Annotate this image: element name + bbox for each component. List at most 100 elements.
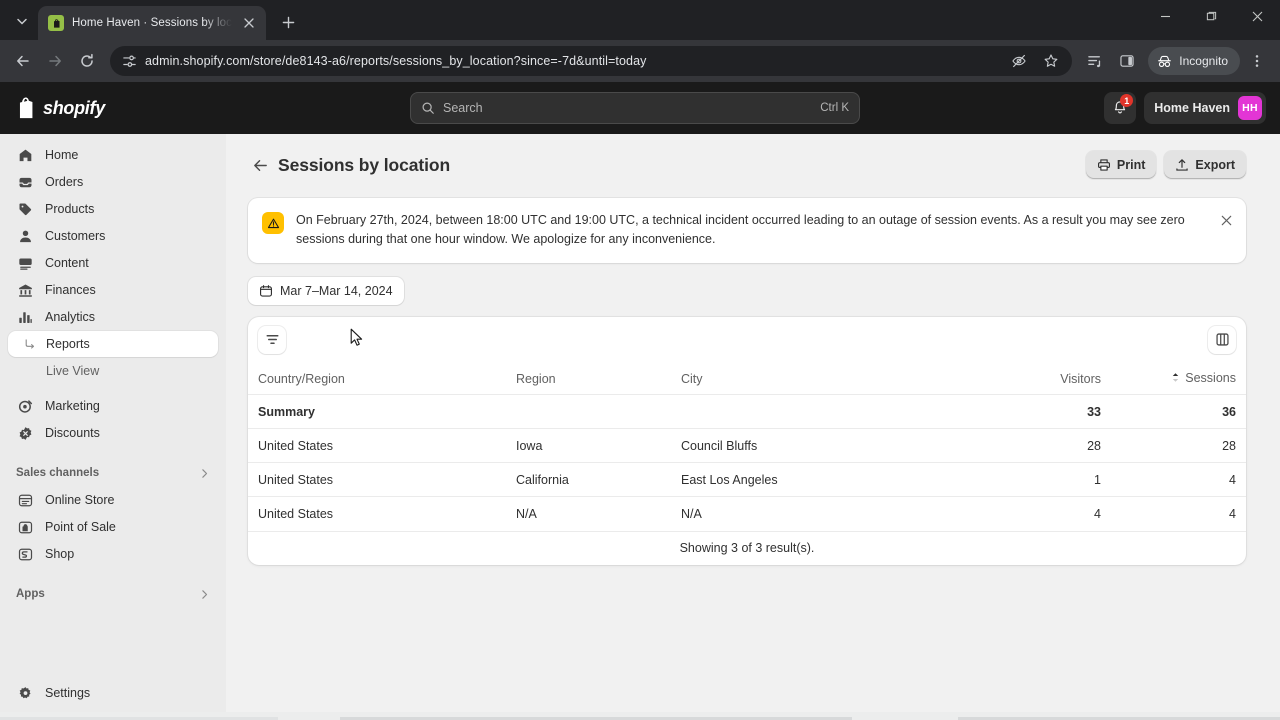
address-bar[interactable]: admin.shopify.com/store/de8143-a6/report… [110,46,1073,76]
cell-region: California [516,472,569,487]
sidebar-section-apps[interactable]: Apps [8,580,218,608]
search-icon [422,102,434,114]
chevron-right-icon[interactable] [199,468,210,479]
sidebar-item-reports[interactable]: Reports [8,331,218,357]
window-close-icon[interactable] [1234,0,1280,32]
banner-close-icon[interactable] [1218,212,1234,228]
column-region[interactable]: Region [516,363,681,395]
cell-region: Iowa [516,438,543,453]
shopify-logo[interactable]: shopify [14,96,214,120]
section-label: Sales channels [16,467,100,479]
sidebar-item-products[interactable]: Products [8,196,218,222]
shopify-bag-icon [48,15,64,31]
filter-button[interactable] [258,325,286,354]
reload-icon[interactable] [72,46,102,76]
new-tab-button[interactable] [274,8,302,36]
print-button[interactable]: Print [1085,151,1157,179]
sidebar-item-content[interactable]: Content [8,250,218,276]
orders-inbox-icon [16,175,34,190]
table-footer: Showing 3 of 3 result(s). [248,530,1246,565]
results-count: Showing 3 of 3 result(s). [679,541,815,556]
filter-icon [266,335,278,345]
summary-visitors: 33 [1087,404,1101,419]
browser-tab[interactable]: Home Haven · Sessions by locat [38,6,266,40]
summary-label: Summary [258,404,315,419]
shopify-admin: shopify Search Ctrl K 1 Home Haven HH Ho… [0,82,1280,720]
cell-sessions: 4 [1229,507,1236,521]
column-sessions[interactable]: Sessions [1101,363,1246,395]
point-of-sale-icon [16,520,34,535]
site-settings-icon[interactable] [122,54,137,69]
sidebar-item-point-of-sale[interactable]: Point of Sale [8,514,218,540]
tab-search-button[interactable] [8,7,36,35]
product-tag-icon [16,202,34,217]
home-icon [16,148,34,163]
back-arrow-icon[interactable] [8,46,38,76]
chevron-right-icon[interactable] [199,589,210,600]
cell-country: United States [258,507,334,521]
report-card: Country/Region Region City Visitors Sess… [248,316,1246,565]
column-visitors[interactable]: Visitors [981,363,1101,395]
tab-strip: Home Haven · Sessions by locat [0,0,1280,40]
eye-slash-icon[interactable] [1004,46,1034,76]
sidebar-item-finances[interactable]: Finances [8,277,218,303]
gear-icon [16,686,34,701]
table-row[interactable]: United States N/A N/A 4 4 [248,496,1246,531]
sidebar-item-analytics[interactable]: Analytics [8,304,218,330]
sidebar-item-discounts[interactable]: Discounts [8,420,218,446]
sidebar-label: Discounts [45,426,100,440]
topbar-right: 1 Home Haven HH [1104,92,1266,124]
cell-city: N/A [681,507,702,521]
sidebar-label: Reports [46,337,90,351]
search-input[interactable]: Search Ctrl K [410,92,860,124]
store-menu-button[interactable]: Home Haven HH [1144,92,1266,124]
cell-sessions: 4 [1229,472,1236,487]
table-header-row: Country/Region Region City Visitors Sess… [248,363,1246,395]
incognito-indicator[interactable]: Incognito [1148,47,1240,75]
sidebar-item-home[interactable]: Home [8,142,218,168]
cell-country: United States [258,472,334,487]
online-store-icon [16,493,34,508]
sidebar-item-live-view[interactable]: Live View [8,358,218,384]
omnibox-actions [1004,46,1066,76]
url-text: admin.shopify.com/store/de8143-a6/report… [145,54,647,68]
incognito-hat-icon [1158,55,1172,67]
marketing-target-icon [16,399,34,414]
sidebar-label: Customers [45,229,106,243]
forward-arrow-icon[interactable] [40,46,70,76]
nested-arrow-icon [22,338,38,350]
columns-button[interactable] [1208,325,1236,354]
three-dot-menu-icon[interactable] [1242,46,1272,76]
star-icon[interactable] [1036,46,1066,76]
shop-icon [16,547,34,562]
column-city[interactable]: City [681,363,981,395]
calendar-icon [260,284,272,297]
side-panel-icon[interactable] [1112,46,1142,76]
minimize-icon[interactable] [1142,0,1188,32]
sidebar-item-shop[interactable]: Shop [8,541,218,567]
close-tab-icon[interactable] [240,14,258,32]
maximize-icon[interactable] [1188,0,1234,32]
sidebar-item-marketing[interactable]: Marketing [8,393,218,419]
sidebar-label: Point of Sale [45,520,116,534]
cell-city: East Los Angeles [681,472,778,487]
table-row[interactable]: United States Iowa Council Bluffs 28 28 [248,428,1246,463]
search-shortcut: Ctrl K [820,102,849,114]
sidebar-item-settings[interactable]: Settings [8,680,218,706]
reading-list-icon[interactable] [1080,46,1110,76]
cell-visitors: 1 [1094,472,1101,487]
column-sessions-label: Sessions [1185,370,1236,385]
table-header: Country/Region Region City Visitors Sess… [248,363,1246,395]
tab-title: Home Haven · Sessions by locat [72,17,232,29]
sidebar-section-sales-channels[interactable]: Sales channels [8,459,218,487]
sidebar-item-orders[interactable]: Orders [8,169,218,195]
back-button[interactable] [248,153,272,177]
date-range-button[interactable]: Mar 7–Mar 14, 2024 [248,276,404,305]
export-button[interactable]: Export [1164,151,1246,179]
sidebar-item-online-store[interactable]: Online Store [8,487,218,513]
sidebar-item-customers[interactable]: Customers [8,223,218,249]
notifications-button[interactable]: 1 [1104,92,1137,124]
column-country[interactable]: Country/Region [248,363,516,395]
sidebar-label: Content [45,256,89,270]
table-row[interactable]: United States California East Los Angele… [248,462,1246,497]
